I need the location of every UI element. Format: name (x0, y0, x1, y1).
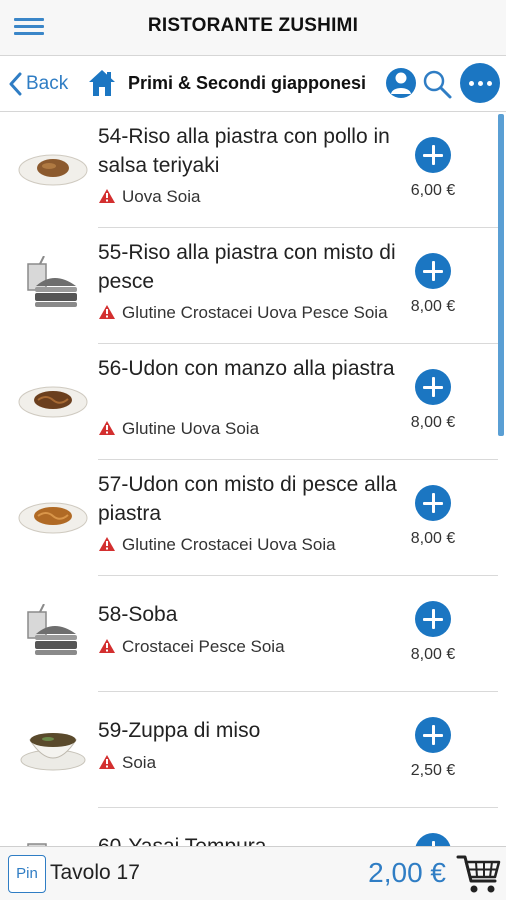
placeholder-food-image (27, 604, 77, 655)
app-title: RISTORANTE ZUSHIMI (147, 15, 359, 36)
menu-item-row[interactable]: 60-Yasai Tempura (0, 808, 506, 846)
item-allergens: Glutine Crostacei Uova Soia (98, 532, 398, 557)
noodle-dish-image (18, 386, 88, 418)
item-allergens: Uova Soia (98, 184, 398, 209)
add-item-button[interactable] (415, 601, 451, 637)
item-price: 2,50 € (410, 762, 456, 779)
item-price: 8,00 € (410, 414, 456, 431)
warning-icon (99, 537, 115, 551)
placeholder-food-image (27, 843, 47, 846)
allergen-text: Crostacei Pesce Soia (122, 637, 285, 656)
dot (468, 80, 474, 86)
item-name: 56-Udon con manzo alla piastra (98, 357, 395, 380)
menu-item-row[interactable]: 54-Riso alla piastra con pollo in salsa … (0, 112, 506, 228)
order-footer: Pin Tavolo 17 2,00 € (0, 846, 506, 900)
item-price: 8,00 € (410, 646, 456, 663)
rice-dish-image (18, 154, 88, 186)
search-icon[interactable] (421, 68, 453, 100)
menu-item-list[interactable]: 54-Riso alla piastra con pollo in salsa … (0, 112, 506, 846)
item-price: 6,00 € (410, 182, 456, 199)
item-name: 60-Yasai Tempura (98, 832, 398, 846)
add-item-button[interactable] (415, 485, 451, 521)
item-price: 8,00 € (410, 530, 456, 547)
more-options-button[interactable] (460, 63, 500, 103)
menu-item-row[interactable]: 55-Riso alla piastra con misto di pesce … (0, 228, 506, 344)
list-scrollbar[interactable] (498, 114, 504, 436)
item-name: 58-Soba (98, 603, 178, 626)
item-price: 8,00 € (410, 298, 456, 315)
order-total: 2,00 € (368, 857, 446, 888)
noodle-dish-image (18, 502, 88, 534)
item-name: 54-Riso alla piastra con pollo in salsa … (98, 125, 390, 177)
add-item-button[interactable] (415, 253, 451, 289)
section-title: Primi & Secondi giapponesi (128, 73, 367, 93)
warning-icon (99, 189, 115, 203)
table-label: Tavolo 17 (50, 861, 140, 884)
menu-item-row[interactable]: 58-Soba Crostacei Pesce Soia 8,00 € (0, 576, 506, 692)
allergen-text: Glutine Crostacei Uova Soia (122, 535, 336, 554)
back-label: Back (26, 73, 69, 94)
dot (486, 80, 492, 86)
item-name: 57-Udon con misto di pesce alla piastra (98, 473, 397, 525)
menu-item-row[interactable]: 59-Zuppa di miso Soia 2,50 € (0, 692, 506, 808)
allergen-text: Glutine Uova Soia (122, 419, 260, 438)
item-allergens: Crostacei Pesce Soia (98, 634, 398, 659)
allergen-text: Soia (122, 753, 157, 772)
shopping-cart-icon[interactable] (456, 853, 502, 895)
dot (477, 80, 483, 86)
menu-item-row[interactable]: 57-Udon con misto di pesce alla piastra … (0, 460, 506, 576)
add-item-button[interactable] (415, 833, 451, 846)
section-navbar: Back Primi & Secondi giapponesi (0, 56, 506, 112)
item-allergens: Glutine Crostacei Uova Pesce Soia (98, 300, 398, 325)
home-icon[interactable] (88, 68, 116, 98)
soup-bowl-image (20, 733, 86, 771)
warning-icon (99, 639, 115, 653)
back-button[interactable]: Back (8, 70, 68, 98)
chevron-left-icon (9, 72, 22, 96)
menu-item-row[interactable]: 56-Udon con manzo alla piastra Glutine U… (0, 344, 506, 460)
add-item-button[interactable] (415, 717, 451, 753)
item-allergens: Soia (98, 750, 398, 775)
warning-icon (99, 421, 115, 435)
pin-button[interactable]: Pin (8, 855, 46, 893)
allergen-text: Uova Soia (122, 187, 201, 206)
app-header: RISTORANTE ZUSHIMI (0, 0, 506, 56)
add-item-button[interactable] (415, 369, 451, 405)
item-name: 55-Riso alla piastra con misto di pesce (98, 241, 396, 293)
item-allergens: Glutine Uova Soia (98, 416, 398, 441)
add-item-button[interactable] (415, 137, 451, 173)
warning-icon (99, 755, 115, 769)
user-icon[interactable] (385, 66, 417, 100)
allergen-text: Glutine Crostacei Uova Pesce Soia (122, 303, 388, 322)
placeholder-food-image (27, 256, 77, 307)
item-name: 59-Zuppa di miso (98, 719, 261, 742)
warning-icon (99, 305, 115, 319)
